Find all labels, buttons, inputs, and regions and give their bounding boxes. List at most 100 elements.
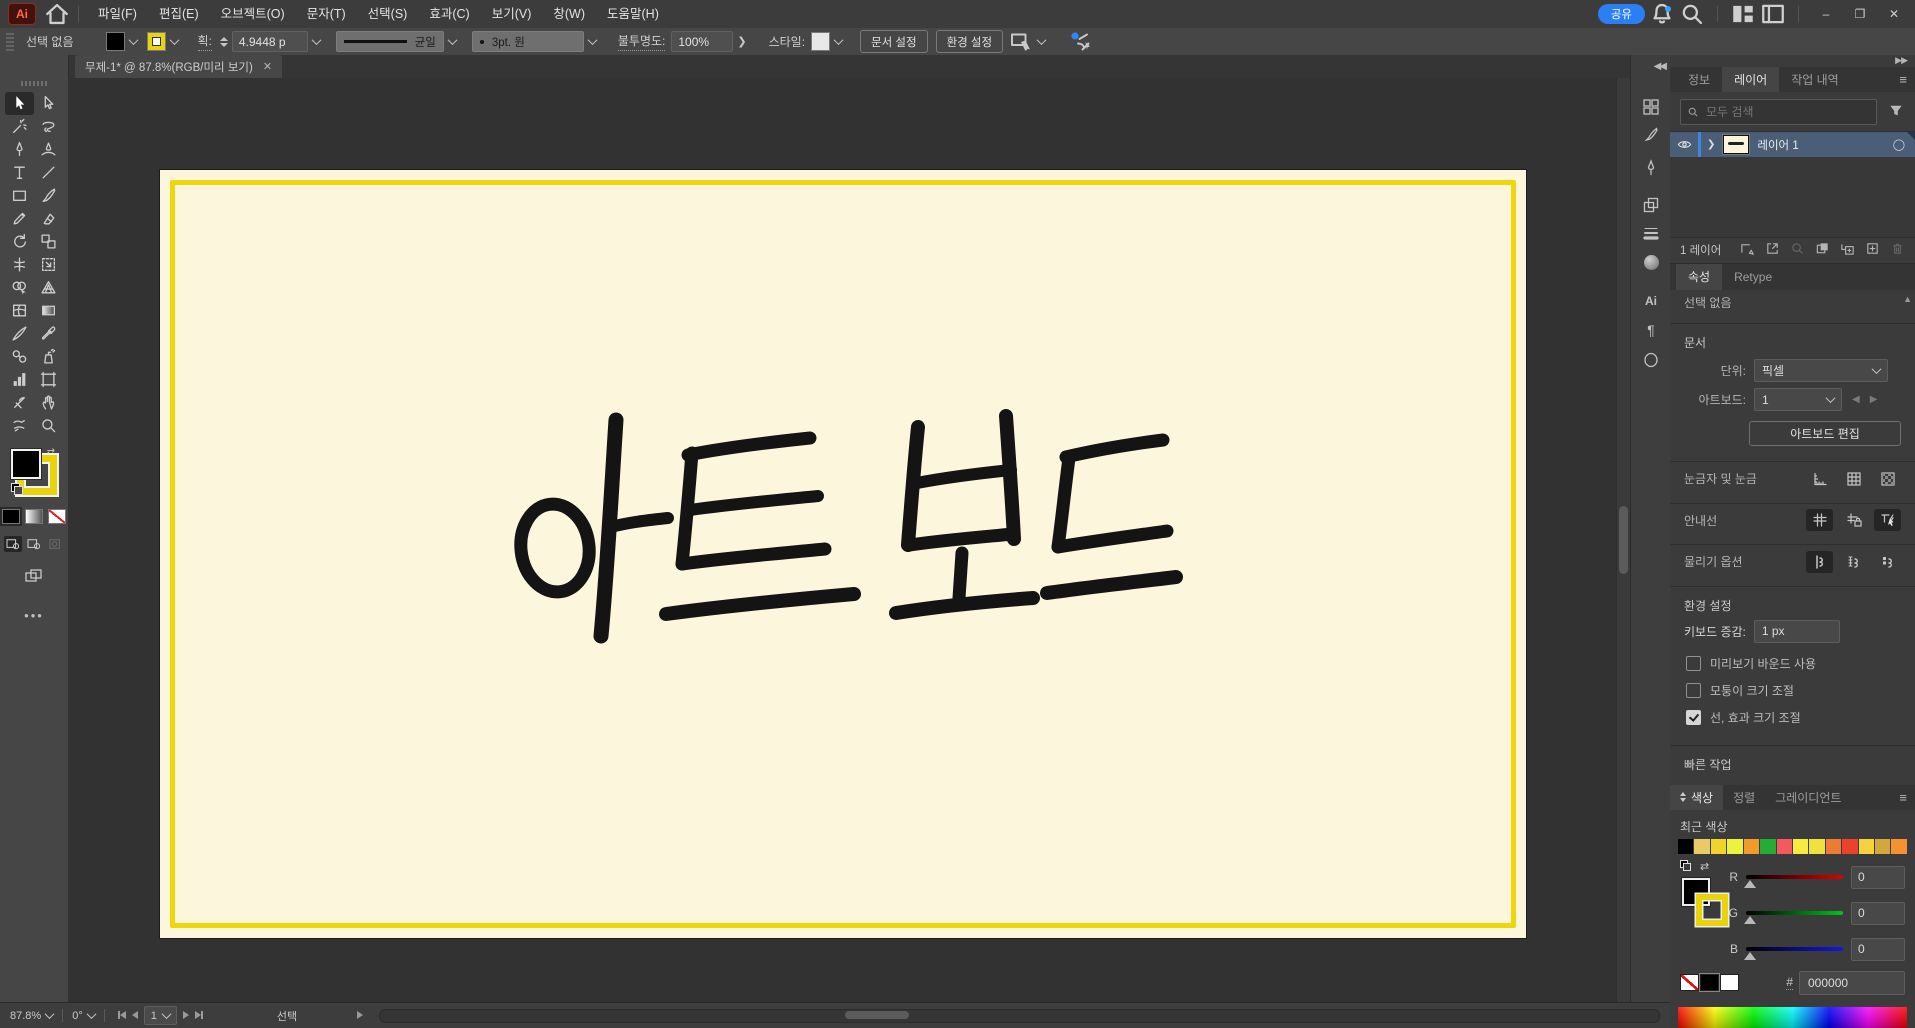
color-swatch[interactable] — [1792, 838, 1809, 854]
menu-effect[interactable]: 효과(C) — [418, 0, 480, 28]
canvas[interactable]: 아트보드 — [68, 78, 1630, 1002]
chevron-down-icon[interactable] — [833, 35, 844, 46]
color-swatch[interactable] — [1694, 838, 1710, 854]
menu-edit[interactable]: 편집(E) — [148, 0, 210, 28]
last-artboard-icon[interactable] — [194, 1010, 203, 1022]
menu-file[interactable]: 파일(F) — [87, 0, 148, 28]
preview-bounds-checkbox[interactable] — [1686, 656, 1701, 672]
make-clipping-mask-icon[interactable] — [1740, 241, 1755, 259]
brushes-panel-icon[interactable] — [1631, 123, 1671, 147]
tab-layers[interactable]: 레이어 — [1722, 66, 1780, 93]
scale-corners-row[interactable]: 모퉁이 크기 조절 — [1670, 677, 1915, 704]
stacked-squares-icon[interactable] — [1631, 193, 1671, 217]
hex-value-input[interactable]: 000000 — [1799, 970, 1905, 995]
menu-help[interactable]: 도움말(H) — [596, 0, 670, 28]
snap-to-grid-icon[interactable] — [1840, 551, 1867, 573]
restore-button[interactable]: ❐ — [1845, 2, 1875, 26]
none-swatch[interactable] — [1680, 974, 1699, 992]
curvature-tool[interactable] — [34, 138, 63, 161]
mesh-tool[interactable] — [5, 299, 34, 322]
menu-type[interactable]: 문자(T) — [296, 0, 357, 28]
smart-guides-icon[interactable] — [1874, 509, 1901, 532]
arrange-documents-icon[interactable] — [1730, 4, 1756, 24]
workspace-layout-icon[interactable] — [1760, 4, 1786, 24]
opacity-label[interactable]: 불투명도: — [617, 32, 666, 51]
green-slider[interactable] — [1744, 911, 1843, 925]
preview-bounds-row[interactable]: 미리보기 바운드 사용 — [1670, 650, 1915, 677]
default-fill-stroke-icon[interactable] — [1680, 859, 1691, 871]
close-button[interactable]: ✕ — [1879, 2, 1909, 26]
artboard-tool[interactable] — [34, 368, 63, 391]
artboard-number-box[interactable]: 1 — [143, 1006, 177, 1025]
stroke-color-swatch[interactable] — [146, 32, 166, 51]
first-artboard-icon[interactable] — [117, 1010, 126, 1022]
layer-visibility-eye-icon[interactable] — [1670, 139, 1698, 150]
rectangle-tool[interactable] — [5, 184, 34, 207]
free-transform-tool[interactable] — [34, 253, 63, 276]
layer-name[interactable]: 레이어 1 — [1757, 137, 1798, 153]
red-slider-thumb[interactable] — [1744, 880, 1756, 889]
stroke-weight-value[interactable]: 4.9448 p — [231, 31, 308, 52]
zoom-tool[interactable] — [34, 414, 63, 437]
tab-color[interactable]: 색상 — [1670, 784, 1724, 810]
snap-options-icon[interactable] — [1069, 31, 1093, 52]
red-slider[interactable] — [1744, 875, 1843, 889]
color-swatch[interactable] — [1809, 838, 1825, 854]
grid-icon[interactable] — [1840, 468, 1867, 490]
character-panel-icon[interactable]: Ai — [1631, 289, 1671, 313]
symbol-sprayer-tool[interactable] — [34, 345, 63, 368]
selection-tool[interactable] — [5, 92, 34, 115]
lock-guides-icon[interactable] — [1840, 509, 1867, 531]
expand-panels-icon[interactable]: ◀◀ — [1654, 61, 1667, 72]
stroke-lines-icon[interactable] — [1631, 221, 1671, 245]
rulers-icon[interactable] — [1806, 468, 1833, 490]
screen-mode-button[interactable] — [0, 568, 68, 584]
unit-select[interactable]: 픽셀 — [1754, 358, 1888, 382]
perspective-grid-tool[interactable] — [34, 276, 63, 299]
scale-corners-checkbox[interactable] — [1686, 683, 1701, 699]
previous-artboard-icon[interactable] — [131, 1010, 138, 1022]
filter-funnel-icon[interactable] — [1889, 104, 1903, 120]
color-swatch[interactable] — [1858, 838, 1875, 854]
draw-normal-icon[interactable] — [4, 536, 22, 552]
tab-retype[interactable]: Retype — [1722, 264, 1784, 290]
menu-select[interactable]: 선택(S) — [357, 0, 419, 28]
chevron-down-icon[interactable] — [1036, 35, 1047, 46]
color-swatch[interactable] — [1727, 838, 1743, 854]
green-slider-thumb[interactable] — [1744, 916, 1756, 925]
sphere-icon[interactable] — [1631, 250, 1671, 274]
blue-slider[interactable] — [1744, 947, 1843, 961]
width-tool[interactable] — [5, 253, 34, 276]
chevron-down-icon[interactable] — [44, 1009, 55, 1020]
artboard[interactable]: 아트보드 — [160, 170, 1526, 938]
tab-align[interactable]: 정렬 — [1723, 785, 1765, 810]
blue-value[interactable]: 0 — [1851, 937, 1905, 961]
paintbrush-tool[interactable] — [34, 184, 63, 207]
paragraph-panel-icon[interactable]: ¶ — [1631, 318, 1671, 342]
home-icon[interactable] — [44, 3, 70, 25]
color-swatch[interactable] — [1875, 838, 1891, 854]
tab-info[interactable]: 정보 — [1676, 67, 1722, 93]
stroke-proxy[interactable] — [1696, 893, 1728, 926]
tools-drag-handle[interactable] — [21, 81, 47, 86]
direct-selection-tool[interactable] — [34, 92, 63, 115]
collect-for-export-icon[interactable] — [1765, 241, 1780, 259]
type-tool[interactable] — [5, 161, 34, 184]
close-tab-icon[interactable]: ✕ — [263, 60, 272, 73]
pencil-tool[interactable] — [5, 207, 34, 230]
layer-expand-chevron[interactable]: ❯ — [1707, 139, 1715, 150]
knife-tool[interactable] — [5, 322, 34, 345]
stroke-weight-label[interactable]: 획: — [197, 32, 212, 51]
chevron-down-icon[interactable] — [447, 35, 458, 46]
share-button[interactable]: 공유 — [1597, 4, 1645, 24]
document-setup-button[interactable]: 문서 설정 — [860, 30, 928, 53]
chevron-down-icon[interactable] — [86, 1009, 97, 1020]
snap-to-pixel-icon[interactable] — [1874, 551, 1901, 573]
none-button[interactable] — [48, 509, 66, 524]
red-value[interactable]: 0 — [1851, 865, 1905, 889]
horizontal-scrollbar[interactable] — [379, 1008, 1660, 1023]
color-swatch[interactable] — [1825, 838, 1842, 854]
view-options-icon[interactable] — [1009, 32, 1033, 52]
play-icon[interactable] — [357, 1010, 364, 1022]
line-segment-tool[interactable] — [34, 161, 63, 184]
